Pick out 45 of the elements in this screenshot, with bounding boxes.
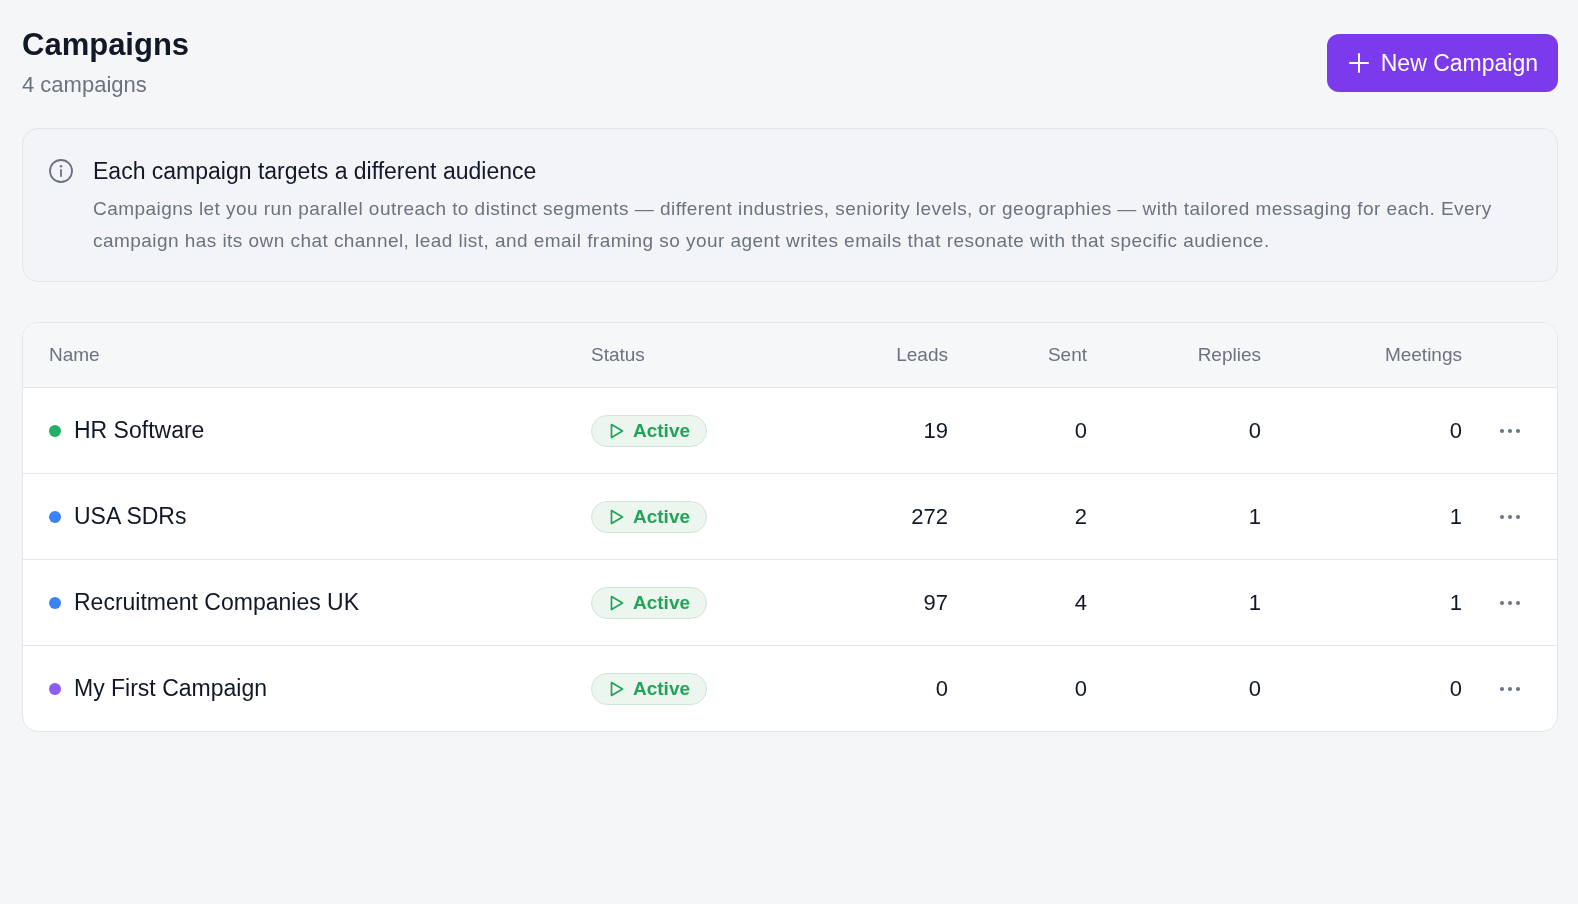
- info-icon: [49, 159, 73, 183]
- table-cell-text: 1: [1448, 503, 1462, 530]
- page-title: Campaigns: [22, 26, 190, 64]
- column-header: Status: [591, 344, 646, 366]
- info-description: Campaigns let you run parallel outreach to distinct segments — different industries, seniority levels, or geographies — with tailored messaging for each. Every campaign has its own chat channel, lead list, and email framing so your agent writes emails that resonate with that specific audience.: [93, 197, 1493, 253]
- table-cell-text: 2: [1073, 503, 1087, 530]
- new-campaign-button[interactable]: New Campaign: [1326, 34, 1558, 92]
- column-header: Name: [49, 344, 101, 366]
- table-cell-text: 1: [1247, 503, 1261, 530]
- status-badge: Active: [591, 500, 708, 533]
- status-badge: Active: [591, 586, 708, 619]
- table-cell-text: 272: [910, 503, 948, 530]
- play-icon: [610, 680, 624, 697]
- play-icon: [610, 422, 624, 439]
- table-cell-text: 19: [922, 417, 948, 444]
- more-icon: [1499, 600, 1520, 605]
- table-cell-text: 0: [1073, 675, 1087, 702]
- more-icon: [1499, 428, 1520, 433]
- column-header: Meetings: [1383, 344, 1462, 366]
- play-icon: [610, 594, 624, 611]
- campaign-name[interactable]: My First Campaign: [74, 675, 267, 702]
- campaign-name[interactable]: Recruitment Companies UK: [74, 589, 360, 616]
- table-cell-text: 0: [1073, 417, 1087, 444]
- status-badge: Active: [591, 414, 708, 447]
- table-cell-text: 0: [1448, 417, 1462, 444]
- table-cell-text: 1: [1247, 589, 1261, 616]
- campaign-name[interactable]: USA SDRs: [74, 503, 187, 530]
- more-icon: [1499, 514, 1520, 519]
- campaign-count: 4 campaigns: [22, 71, 148, 99]
- column-header: Leads: [895, 344, 948, 366]
- table-cell-text: 0: [1247, 417, 1261, 444]
- status-badge: Active: [591, 672, 708, 705]
- table-cell-text: 0: [1247, 675, 1261, 702]
- table-cell-text: 0: [934, 675, 948, 702]
- table-cell-text: 4: [1073, 589, 1087, 616]
- info-title: Each campaign targets a different audience: [93, 157, 538, 185]
- column-header: Replies: [1196, 344, 1261, 366]
- table-cell-text: 1: [1448, 589, 1462, 616]
- campaign-name[interactable]: HR Software: [74, 417, 205, 444]
- table-cell-text: 0: [1448, 675, 1462, 702]
- table-cell-text: 97: [922, 589, 948, 616]
- column-header: Sent: [1046, 344, 1087, 366]
- play-icon: [610, 508, 624, 525]
- plus-icon: [1348, 53, 1369, 73]
- more-icon: [1499, 686, 1520, 691]
